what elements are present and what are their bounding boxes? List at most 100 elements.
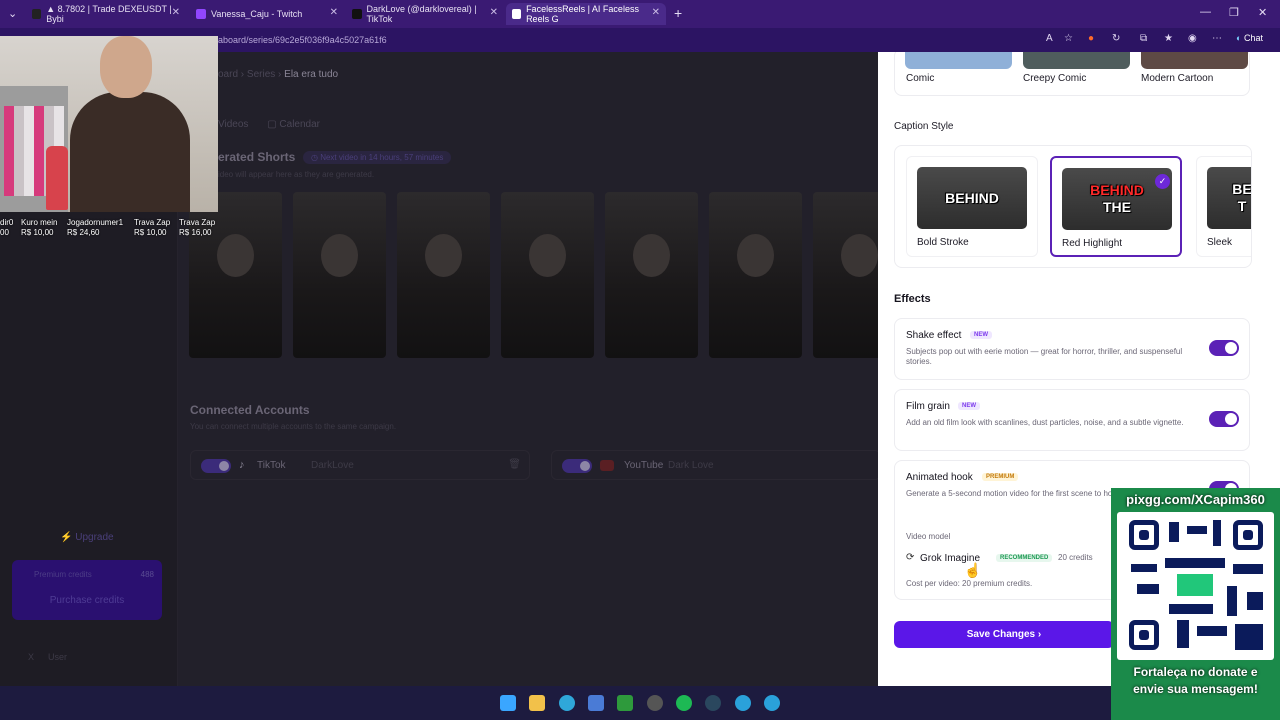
effect-title: Film grain [906, 401, 950, 412]
art-style-creepy-comic[interactable] [1023, 52, 1130, 69]
spotify-icon[interactable] [676, 695, 692, 711]
next-video-badge: ◷ Next video in 14 hours, 57 minutes [303, 151, 452, 164]
qr-module [1169, 522, 1179, 542]
video-thumbnail[interactable] [501, 192, 594, 358]
caption-preview-text: BEHIND [945, 189, 999, 206]
caption-preview-text: THE [1103, 199, 1131, 215]
calendar-icon: ▢ [267, 119, 280, 130]
purchase-credits-button[interactable]: Purchase credits [20, 590, 154, 612]
restore-icon[interactable]: ❐ [1229, 6, 1239, 19]
browser-tab-tiktok[interactable]: DarkLove (@darklovereal) | TikTok ✕ [346, 3, 504, 25]
copilot-chat-button[interactable]: ◐ Chat [1236, 33, 1263, 43]
donor-amount: R$ 24,60 [67, 228, 100, 237]
browser-tab-bar: ⌄ ▲ 8.7802 | Trade DEXEUSDT | Bybi ✕ Van… [0, 0, 1280, 28]
shake-effect-toggle[interactable] [1209, 340, 1239, 356]
github-icon[interactable] [647, 695, 663, 711]
user-avatar[interactable]: X [28, 652, 34, 662]
effect-description: Add an old film look with scanlines, dus… [906, 418, 1184, 427]
donation-url: pixgg.com/XCapim360 [1126, 492, 1265, 507]
breadcrumb-item[interactable]: oard [218, 69, 238, 80]
art-style-comic[interactable] [905, 52, 1012, 69]
file-explorer-icon[interactable] [529, 695, 545, 711]
tab-title: ▲ 8.7802 | Trade DEXEUSDT | Bybi [46, 4, 172, 24]
connected-accounts-subtitle: You can connect multiple accounts to the… [190, 422, 397, 431]
effects-title: Effects [894, 293, 931, 305]
video-thumbnail[interactable] [605, 192, 698, 358]
steam-icon[interactable] [705, 695, 721, 711]
account-tiktok: ♪ TikTok DarkLove 🗑 [190, 450, 530, 480]
donor-entry: dir0 00 [0, 218, 20, 238]
generated-subtitle: ideo will appear here as they are genera… [218, 170, 375, 179]
caption-style-title: Caption Style [894, 121, 954, 132]
qr-module [1165, 558, 1225, 568]
close-icon[interactable]: ✕ [652, 7, 660, 18]
tab-videos[interactable]: Videos [218, 119, 248, 130]
qr-code [1117, 512, 1274, 660]
close-icon[interactable]: ✕ [330, 7, 338, 18]
qr-module [1131, 564, 1157, 572]
qr-module [1227, 586, 1237, 616]
telegram-icon[interactable] [735, 695, 751, 711]
close-icon[interactable]: ✕ [490, 7, 498, 18]
read-aloud-icon[interactable]: A [1046, 33, 1053, 44]
donor-name: dir0 [0, 218, 14, 227]
telegram-desktop-icon[interactable] [764, 695, 780, 711]
url-field[interactable]: aboard/series/69c2e5f036f9a4c5027a61f6 [218, 35, 387, 45]
premium-credits-label: Premium credits [34, 570, 92, 579]
profile-avatar[interactable]: ◉ [1188, 33, 1197, 44]
webcam-background [46, 146, 68, 210]
close-icon[interactable]: ✕ [172, 7, 180, 18]
edge-icon[interactable] [559, 695, 575, 711]
browser-tab-twitch[interactable]: Vanessa_Caju - Twitch ✕ [190, 3, 344, 25]
qr-eye [1233, 520, 1263, 550]
youtube-icon [600, 460, 614, 471]
qr-module [1235, 624, 1263, 650]
qr-module [1177, 620, 1189, 648]
xbox-icon[interactable] [617, 695, 633, 711]
outlook-icon[interactable] [588, 695, 604, 711]
video-thumbnail[interactable] [397, 192, 490, 358]
favorites-icon[interactable]: ★ [1164, 33, 1173, 44]
caption-style-sleek[interactable]: BE T Sleek [1196, 156, 1251, 257]
more-icon[interactable]: ⋯ [1212, 33, 1222, 44]
account-toggle[interactable] [562, 459, 592, 473]
caption-style-red-highlight[interactable]: BEHIND THE ✓ Red Highlight [1050, 156, 1182, 257]
donor-entry: Trava Zap R$ 16,00 [179, 218, 235, 238]
extension-icon[interactable]: ● [1088, 33, 1094, 44]
film-grain-toggle[interactable] [1209, 411, 1239, 427]
scrollbar[interactable] [1272, 56, 1278, 70]
save-changes-button[interactable]: Save Changes › [894, 621, 1114, 648]
browser-tab-bybit[interactable]: ▲ 8.7802 | Trade DEXEUSDT | Bybi ✕ [26, 3, 186, 25]
video-thumbnail[interactable] [189, 192, 282, 358]
account-toggle[interactable] [201, 459, 231, 473]
video-thumbnail[interactable] [813, 192, 878, 358]
art-style-label: Modern Cartoon [1141, 73, 1214, 84]
art-style-row: Comic Creepy Comic Modern Cartoon [894, 52, 1250, 96]
donor-amount: 00 [0, 228, 9, 237]
windows-start-icon[interactable] [500, 695, 516, 711]
tab-calendar[interactable]: Calendar [279, 119, 320, 130]
browser-tab-facelessreels[interactable]: FacelessReels | AI Faceless Reels G ✕ [506, 3, 666, 25]
video-thumbnail[interactable] [293, 192, 386, 358]
art-style-modern-cartoon[interactable] [1141, 52, 1248, 69]
split-screen-icon[interactable]: ⧉ [1140, 33, 1147, 44]
caption-style-bold-stroke[interactable]: BEHIND Bold Stroke [906, 156, 1038, 257]
breadcrumb-current: Ela era tudo [284, 69, 339, 80]
qr-module [1233, 564, 1263, 574]
premium-badge: PREMIUM [982, 473, 1019, 481]
breadcrumb-item[interactable]: Series [247, 69, 275, 80]
donor-amount: R$ 16,00 [179, 228, 212, 237]
tab-actions-icon[interactable]: ⌄ [8, 7, 17, 20]
minimize-icon[interactable]: — [1200, 6, 1211, 18]
caption-style-carousel: BEHIND Bold Stroke BEHIND THE ✓ Red High… [894, 145, 1252, 268]
video-thumbnail[interactable] [709, 192, 802, 358]
streamer-body [70, 92, 190, 212]
upgrade-button[interactable]: ⚡ Upgrade [60, 532, 114, 543]
user-label[interactable]: User [48, 652, 67, 662]
favorite-icon[interactable]: ☆ [1064, 33, 1073, 44]
trash-icon[interactable]: 🗑 [508, 459, 521, 470]
refresh-icon[interactable]: ↻ [1112, 33, 1120, 44]
new-tab-button[interactable]: + [674, 5, 682, 21]
close-window-icon[interactable]: ✕ [1258, 6, 1267, 19]
video-tabs: Videos ▢ Calendar [218, 119, 320, 130]
